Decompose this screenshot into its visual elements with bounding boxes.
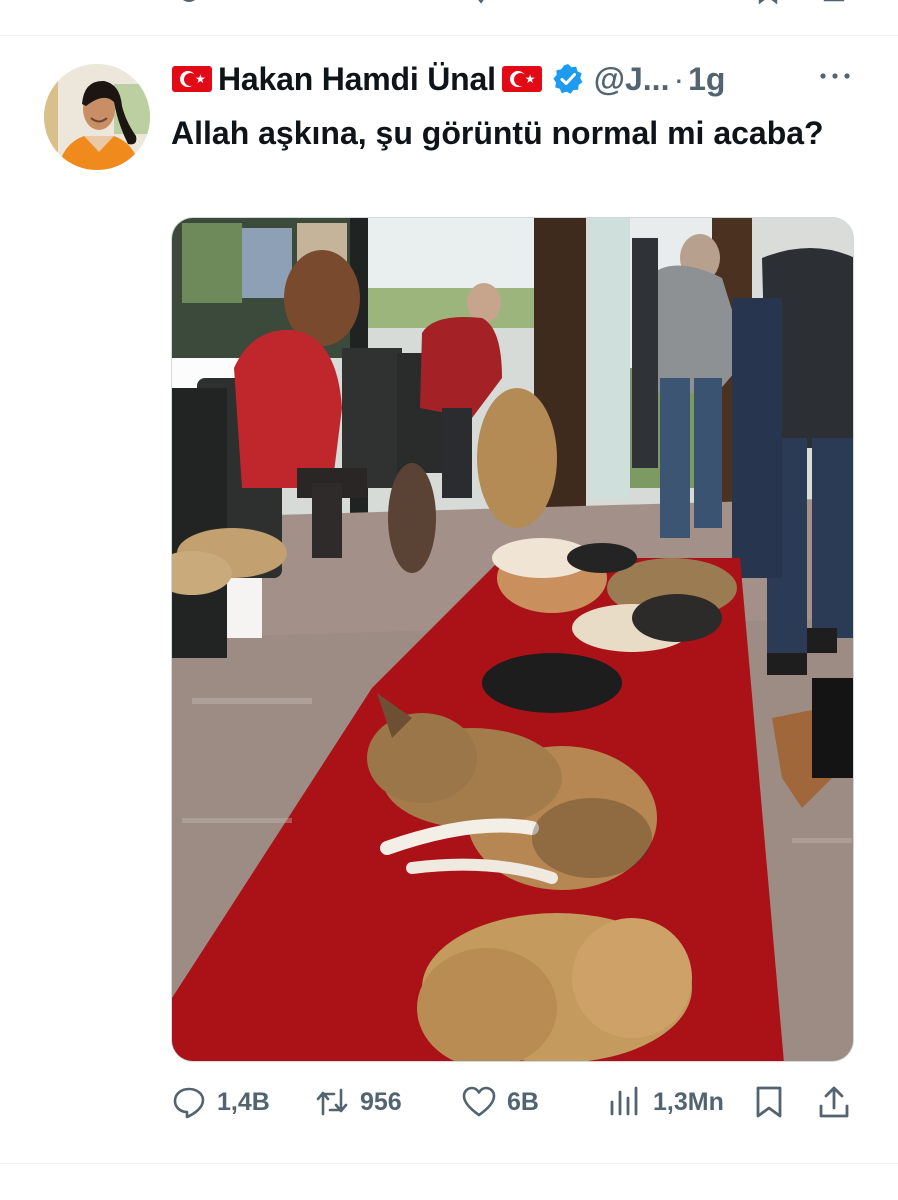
- views-icon[interactable]: [610, 0, 632, 6]
- photo-dogs-on-red-carpet: [172, 218, 853, 1061]
- retweet-count: 956: [360, 1087, 402, 1116]
- share-icon[interactable]: [823, 0, 845, 6]
- bookmark-button[interactable]: [751, 1082, 787, 1122]
- reply-button[interactable]: 1,4B: [171, 1082, 270, 1122]
- turkey-flag-icon: ★: [501, 66, 542, 92]
- divider: [0, 35, 898, 36]
- separator-dot: ·: [673, 60, 685, 97]
- tweet-text: Allah aşkına, şu görüntü normal mi acaba…: [171, 115, 824, 151]
- like-count: 6B: [507, 1087, 539, 1116]
- tweet-header: ★ Hakan Hamdi Ünal ★ @J... · 1g: [172, 58, 725, 100]
- like-button[interactable]: 6B: [461, 1082, 539, 1122]
- verified-badge-icon[interactable]: [552, 63, 584, 95]
- heart-icon: [462, 1086, 496, 1117]
- divider: [0, 1163, 898, 1164]
- share-button[interactable]: [816, 1082, 852, 1122]
- previous-tweet-actions: [0, 0, 898, 8]
- share-icon: [819, 1086, 849, 1118]
- heart-icon[interactable]: [470, 0, 492, 6]
- bookmark-icon[interactable]: [757, 0, 779, 6]
- tweet-photo[interactable]: [171, 217, 854, 1062]
- views-icon: [610, 1086, 638, 1116]
- timestamp[interactable]: 1g: [688, 61, 725, 98]
- turkey-flag-icon: ★: [172, 66, 212, 92]
- user-handle[interactable]: @J...: [594, 61, 670, 98]
- more-options-icon[interactable]: [817, 64, 853, 88]
- reply-icon: [173, 1087, 205, 1119]
- bookmark-icon: [756, 1086, 782, 1118]
- tweet-action-bar: 1,4B 956 6B 1,3Mn: [171, 1082, 861, 1122]
- reply-count: 1,4B: [217, 1087, 270, 1116]
- display-name[interactable]: Hakan Hamdi Ünal: [218, 61, 496, 98]
- avatar[interactable]: [44, 64, 150, 170]
- retweet-button[interactable]: 956: [314, 1082, 402, 1122]
- reply-icon[interactable]: [178, 0, 200, 6]
- avatar-image: [44, 64, 150, 170]
- views-count: 1,3Mn: [653, 1087, 724, 1116]
- views-button[interactable]: 1,3Mn: [607, 1082, 724, 1122]
- retweet-icon: [316, 1088, 348, 1116]
